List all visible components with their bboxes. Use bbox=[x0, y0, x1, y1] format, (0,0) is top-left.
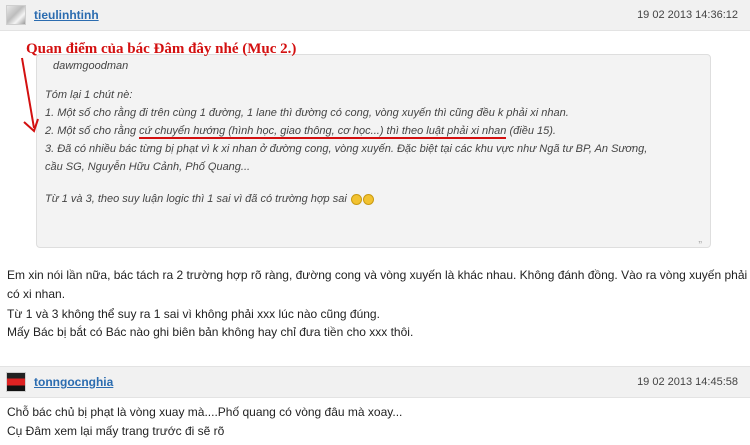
flag-avatar[interactable] bbox=[6, 372, 26, 392]
post-body-line: Mấy Bác bị bắt có Bác nào ghi biên bản k… bbox=[7, 325, 414, 339]
quote-block: dawmgoodman Tóm lại 1 chút nè: 1. Một số… bbox=[36, 54, 711, 248]
post-header: tieulinhtinh 19 02 2013 14:36:12 bbox=[0, 0, 750, 31]
highlighted-text: cứ chuyển hướng (hình học, giao thông, c… bbox=[139, 125, 507, 137]
post-header: tonngocnghia 19 02 2013 14:45:58 bbox=[0, 366, 750, 398]
post-body-line: Từ 1 và 3 không thể suy ra 1 sai vì khôn… bbox=[7, 307, 380, 321]
quote-line: cầu SG, Nguyễn Hữu Cảnh, Phố Quang... bbox=[45, 161, 251, 173]
post-body-line: có xi nhan. bbox=[7, 287, 66, 301]
post-timestamp: 19 02 2013 14:36:12 bbox=[637, 9, 738, 21]
username-link[interactable]: tonngocnghia bbox=[34, 375, 113, 389]
quote-line-highlighted: 2. Một số cho rằng cứ chuyển hướng (hình… bbox=[45, 125, 556, 137]
laughing-emoji-icon bbox=[350, 193, 362, 205]
post-body-line: Cụ Đâm xem lại mấy trang trước đi sẽ rõ bbox=[7, 424, 225, 438]
quote-line: Từ 1 và 3, theo suy luận logic thì 1 sai… bbox=[45, 193, 374, 205]
post-body-line: Chỗ bác chủ bị phạt là vòng xuay mà....P… bbox=[7, 405, 403, 419]
quote-mark-icon: „ bbox=[698, 233, 702, 245]
quote-line-part: (điều 15). bbox=[506, 125, 556, 137]
quote-line-text: Từ 1 và 3, theo suy luận logic thì 1 sai… bbox=[45, 193, 347, 205]
quote-author: dawmgoodman bbox=[53, 60, 129, 72]
red-arrow-annotation bbox=[21, 57, 39, 133]
red-annotation-text: Quan điểm của bác Đâm đây nhé (Mục 2.) bbox=[26, 41, 297, 57]
post-timestamp: 19 02 2013 14:45:58 bbox=[637, 376, 738, 388]
quote-line: 3. Đã có nhiều bác từng bị phạt vì k xi … bbox=[45, 143, 648, 155]
post-body-line: Em xin nói lần nữa, bác tách ra 2 trường… bbox=[7, 268, 748, 282]
quote-line: 1. Một số cho rằng đi trên cùng 1 đường,… bbox=[45, 107, 569, 119]
laughing-emoji-icon bbox=[362, 193, 374, 205]
